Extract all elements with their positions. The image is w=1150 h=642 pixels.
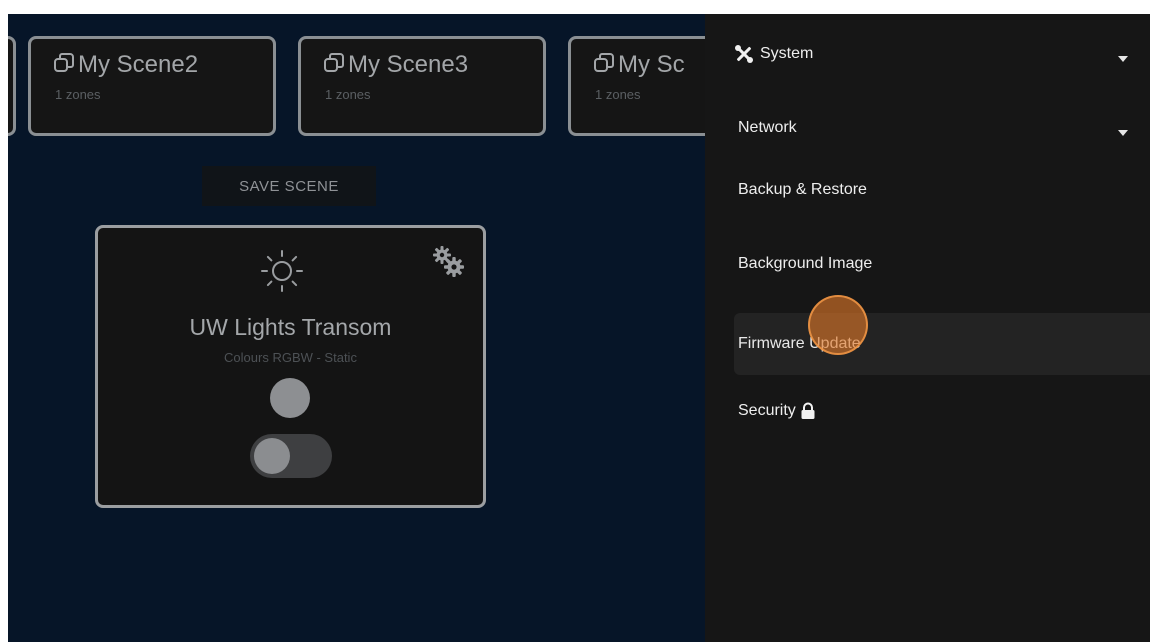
menu-item-background-image[interactable]: Background Image: [738, 233, 1150, 295]
scene-title-text: My Sc: [618, 51, 685, 78]
power-toggle[interactable]: [250, 434, 332, 478]
scene-zone-count: 1 zones: [55, 87, 101, 102]
lock-icon: [801, 402, 815, 419]
scene-card-partial[interactable]: [8, 36, 16, 136]
menu-item-label: Network: [738, 119, 797, 136]
menu-item-label: Firmware Update: [738, 335, 861, 352]
menu-item-security[interactable]: Security: [738, 380, 1150, 442]
scene-title: My Scene2: [53, 51, 198, 79]
copy-icon: [54, 53, 74, 72]
zone-subtitle: Colours RGBW - Static: [224, 350, 357, 365]
gears-icon[interactable]: [431, 244, 467, 280]
scene-zone-count: 1 zones: [325, 87, 371, 102]
scene-zone-count: 1 zones: [595, 87, 641, 102]
zone-name: UW Lights Transom: [189, 314, 392, 340]
settings-panel: System Network Backup & Restore Backgrou…: [705, 14, 1150, 642]
menu-item-system[interactable]: System: [735, 23, 1150, 85]
scene-title: My Sc: [593, 51, 685, 79]
scene-title: My Scene3: [323, 51, 468, 79]
menu-item-backup-restore[interactable]: Backup & Restore: [738, 159, 1150, 221]
menu-item-label: Security: [738, 402, 796, 419]
screen: My Scene2 1 zones My Scene3 1 zones My S…: [8, 14, 1150, 642]
menu-item-network[interactable]: Network: [738, 97, 1150, 159]
save-scene-button[interactable]: SAVE SCENE: [202, 166, 376, 206]
menu-item-label: Backup & Restore: [738, 181, 867, 198]
caret-down-icon[interactable]: [1118, 56, 1128, 62]
scene-card[interactable]: My Sc 1 zones: [568, 36, 705, 136]
scene-title-text: My Scene3: [348, 51, 469, 78]
zone-card[interactable]: UW Lights Transom Colours RGBW - Static: [95, 225, 486, 508]
caret-down-icon[interactable]: [1118, 130, 1128, 136]
scene-card[interactable]: My Scene2 1 zones: [28, 36, 276, 136]
tools-icon: [735, 45, 753, 63]
sun-icon: [261, 250, 303, 292]
color-indicator[interactable]: [270, 378, 310, 418]
menu-item-label: System: [760, 45, 814, 62]
menu-item-firmware-update[interactable]: Firmware Update: [734, 313, 1150, 375]
main-area: My Scene2 1 zones My Scene3 1 zones My S…: [8, 14, 705, 642]
copy-icon: [594, 53, 614, 72]
toggle-knob: [254, 438, 290, 474]
copy-icon: [324, 53, 344, 72]
scene-card[interactable]: My Scene3 1 zones: [298, 36, 546, 136]
scene-title-text: My Scene2: [78, 51, 199, 78]
menu-item-label: Background Image: [738, 255, 873, 272]
